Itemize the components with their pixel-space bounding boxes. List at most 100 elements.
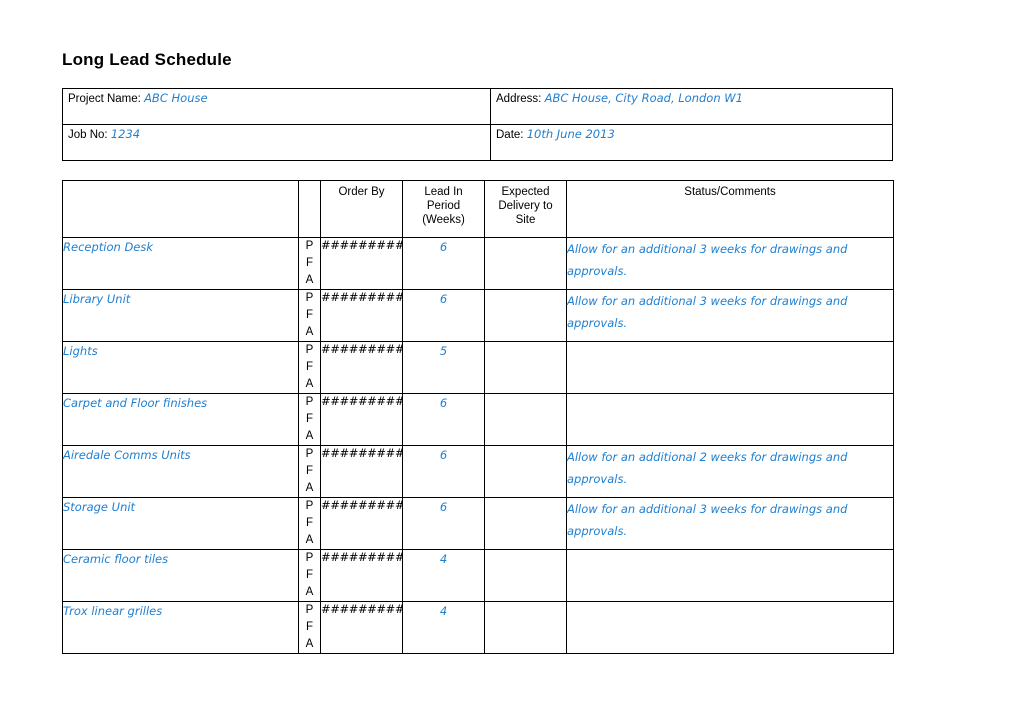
cell-lead-in-weeks: 4 bbox=[402, 549, 485, 602]
cell-pfa: PFA bbox=[298, 497, 321, 550]
lead-in-line-3: (Weeks) bbox=[422, 214, 465, 226]
pfa-letter: P bbox=[305, 396, 314, 408]
lead-in-weeks-value: 5 bbox=[439, 344, 448, 358]
table-header-row: Order By Lead In Period (Weeks) Expected… bbox=[62, 180, 894, 238]
item-label: Reception Desk bbox=[63, 240, 154, 254]
cell-item: Lights bbox=[62, 341, 299, 394]
cell-item: Airedale Comms Units bbox=[62, 445, 299, 498]
table-row: Storage Unit PFA########## 6 Allow for an a… bbox=[62, 497, 894, 550]
item-label: Storage Unit bbox=[63, 500, 136, 514]
cell-status-comments bbox=[566, 601, 894, 654]
project-info-table: Project Name: ABC House Address: ABC Hou… bbox=[62, 88, 893, 161]
status-comments-value: Allow for an additional 3 weeks for draw… bbox=[567, 502, 848, 538]
cell-lead-in-weeks: 4 bbox=[402, 601, 485, 654]
info-row-job: Job No: 1234 Date: 10th June 2013 bbox=[62, 124, 893, 161]
cell-item: Trox linear grilles bbox=[62, 601, 299, 654]
column-header-item bbox=[62, 180, 299, 238]
cell-lead-in-weeks: 6 bbox=[402, 393, 485, 446]
pfa-letter: A bbox=[305, 638, 314, 650]
cell-pfa: PFA bbox=[298, 601, 321, 654]
pfa-letter: P bbox=[305, 344, 314, 356]
pfa-letter: P bbox=[305, 240, 314, 252]
pfa-letter: P bbox=[305, 292, 314, 304]
pfa-letter: A bbox=[305, 534, 314, 546]
column-header-status-comments: Status/Comments bbox=[566, 180, 894, 238]
pfa-letter: A bbox=[305, 482, 314, 494]
status-comments-value: Allow for an additional 2 weeks for draw… bbox=[567, 450, 848, 486]
info-row-project: Project Name: ABC House Address: ABC Hou… bbox=[62, 88, 893, 125]
cell-order-by: ########## bbox=[320, 237, 403, 290]
date-label: Date: bbox=[496, 129, 524, 141]
lead-in-weeks-value: 6 bbox=[439, 292, 448, 306]
cell-order-by: ########## bbox=[320, 445, 403, 498]
address-cell: Address: ABC House, City Road, London W1 bbox=[490, 88, 893, 125]
cell-pfa: PFA bbox=[298, 393, 321, 446]
column-header-pfa bbox=[298, 180, 321, 238]
project-name-value: ABC House bbox=[144, 91, 208, 105]
cell-lead-in-weeks: 5 bbox=[402, 341, 485, 394]
cell-item: Carpet and Floor finishes bbox=[62, 393, 299, 446]
cell-pfa: PFA bbox=[298, 445, 321, 498]
job-no-label: Job No: bbox=[68, 129, 108, 141]
pfa-letter: F bbox=[305, 465, 314, 477]
table-row: Ceramic floor tilesPFA##########4 bbox=[62, 549, 894, 602]
pfa-letter: F bbox=[305, 569, 314, 581]
cell-status-comments bbox=[566, 341, 894, 394]
project-name-label: Project Name: bbox=[68, 93, 141, 105]
cell-expected-delivery bbox=[484, 445, 567, 498]
status-comments-value: Allow for an additional 3 weeks for draw… bbox=[567, 294, 848, 330]
cell-expected-delivery bbox=[484, 341, 567, 394]
status-comments-value: Allow for an additional 3 weeks for draw… bbox=[567, 242, 848, 278]
cell-item: Library Unit bbox=[62, 289, 299, 342]
page-title: Long Lead Schedule bbox=[62, 50, 232, 69]
table-row: Trox linear grillesPFA##########4 bbox=[62, 601, 894, 654]
pfa-letter: P bbox=[305, 604, 314, 616]
pfa-letter: A bbox=[305, 378, 314, 390]
cell-status-comments bbox=[566, 549, 894, 602]
lead-in-weeks-value: 4 bbox=[439, 604, 448, 618]
pfa-letter: F bbox=[305, 517, 314, 529]
item-label: Ceramic floor tiles bbox=[63, 552, 169, 566]
job-no-value: 1234 bbox=[110, 127, 141, 141]
cell-lead-in-weeks: 6 bbox=[402, 289, 485, 342]
long-lead-schedule-table: Order By Lead In Period (Weeks) Expected… bbox=[62, 180, 894, 654]
cell-status-comments: Allow for an additional 3 weeks for draw… bbox=[566, 289, 894, 342]
item-label: Trox linear grilles bbox=[63, 604, 163, 618]
cell-order-by: ########## bbox=[320, 497, 403, 550]
cell-order-by: ########## bbox=[320, 393, 403, 446]
lead-in-weeks-value: 6 bbox=[439, 500, 448, 514]
cell-item: Storage Unit bbox=[62, 497, 299, 550]
cell-status-comments: Allow for an additional 2 weeks for draw… bbox=[566, 445, 894, 498]
cell-lead-in-weeks: 6 bbox=[402, 497, 485, 550]
cell-lead-in-weeks: 6 bbox=[402, 445, 485, 498]
cell-expected-delivery bbox=[484, 393, 567, 446]
cell-status-comments: Allow for an additional 3 weeks for draw… bbox=[566, 497, 894, 550]
address-label: Address: bbox=[496, 93, 542, 105]
table-body: Reception DeskPFA##########6Allow for an… bbox=[62, 237, 894, 654]
date-value: 10th June 2013 bbox=[526, 127, 615, 141]
pfa-letter: F bbox=[305, 621, 314, 633]
cell-expected-delivery bbox=[484, 549, 567, 602]
expected-line-2: Delivery to bbox=[498, 200, 553, 212]
cell-pfa: PFA bbox=[298, 237, 321, 290]
expected-line-3: Site bbox=[515, 214, 536, 226]
address-value: ABC House, City Road, London W1 bbox=[544, 91, 743, 105]
cell-expected-delivery bbox=[484, 237, 567, 290]
pfa-letter: F bbox=[305, 309, 314, 321]
column-header-expected-delivery: Expected Delivery to Site bbox=[484, 180, 567, 238]
pfa-letter: P bbox=[305, 552, 314, 564]
cell-lead-in-weeks: 6 bbox=[402, 237, 485, 290]
date-cell: Date: 10th June 2013 bbox=[490, 124, 893, 161]
table-row: Reception Desk PFA########## 6 Allow for an… bbox=[62, 237, 894, 290]
cell-order-by: ########## bbox=[320, 341, 403, 394]
cell-status-comments: Allow for an additional 3 weeks for draw… bbox=[566, 237, 894, 290]
lead-in-weeks-value: 6 bbox=[439, 240, 448, 254]
table-row: Carpet and Floor finishesPFA##########6 bbox=[62, 393, 894, 446]
cell-expected-delivery bbox=[484, 289, 567, 342]
lead-in-weeks-value: 6 bbox=[439, 448, 448, 462]
pfa-letter: A bbox=[305, 326, 314, 338]
cell-item: Reception Desk bbox=[62, 237, 299, 290]
column-header-lead-in-period: Lead In Period (Weeks) bbox=[402, 180, 485, 238]
cell-item: Ceramic floor tiles bbox=[62, 549, 299, 602]
lead-in-weeks-value: 4 bbox=[439, 552, 448, 566]
